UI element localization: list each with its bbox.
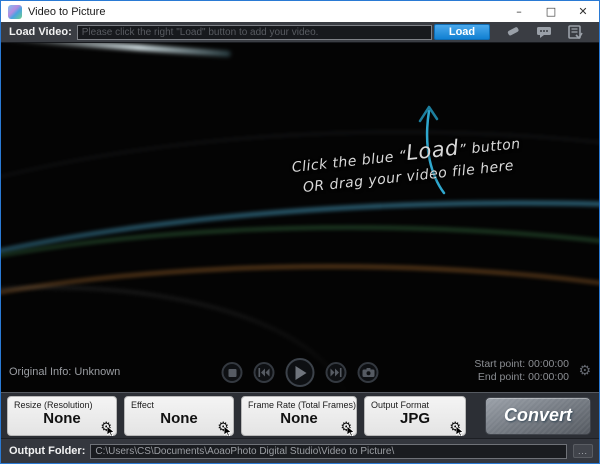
stop-button[interactable]: [222, 362, 243, 383]
title-bar: Video to Picture – □ ✕: [1, 1, 599, 22]
previous-frame-icon: [259, 368, 270, 377]
resize-panel-label: Resize (Resolution): [8, 397, 116, 410]
convert-button[interactable]: Convert: [485, 397, 591, 435]
maximize-button[interactable]: □: [535, 1, 567, 22]
cursor-icon: [456, 426, 464, 436]
original-info-label: Original Info: Unknown: [9, 366, 120, 378]
video-drop-zone[interactable]: Click the blue “Load” button OR drag you…: [1, 43, 599, 392]
output-format-panel[interactable]: Output Format JPG ⚙: [364, 396, 466, 436]
previous-frame-button[interactable]: [254, 362, 275, 383]
app-window: Video to Picture – □ ✕ Load Video: Load: [0, 0, 600, 464]
load-button[interactable]: Load: [434, 24, 490, 40]
effect-settings-button[interactable]: ⚙: [217, 421, 229, 435]
framerate-panel[interactable]: Frame Rate (Total Frames) None ⚙: [241, 396, 357, 436]
gear-icon: ⚙: [578, 363, 591, 379]
hint-line1-post: ” button: [458, 136, 521, 158]
load-toolbar: Load Video: Load: [1, 22, 599, 43]
trim-settings-button[interactable]: ⚙: [578, 363, 591, 379]
window-title: Video to Picture: [28, 6, 503, 18]
hint-load-word: Load: [405, 136, 460, 165]
effect-panel-label: Effect: [125, 397, 233, 410]
end-point-label: End point: 00:00:00: [474, 371, 569, 384]
feedback-icon[interactable]: [536, 25, 552, 39]
play-button[interactable]: [286, 358, 315, 387]
output-folder-bar: Output Folder: ...: [1, 438, 599, 463]
light-streak: [1, 43, 231, 57]
next-frame-button[interactable]: [326, 362, 347, 383]
start-point-label: Start point: 00:00:00: [474, 358, 569, 371]
output-folder-label: Output Folder:: [9, 445, 85, 457]
trim-points: Start point: 00:00:00 End point: 00:00:0…: [474, 358, 569, 384]
output-folder-input[interactable]: [90, 444, 567, 459]
load-video-label: Load Video:: [9, 26, 72, 38]
minimize-button[interactable]: –: [503, 1, 535, 22]
framerate-panel-value: None: [242, 410, 356, 427]
framerate-panel-label: Frame Rate (Total Frames): [242, 397, 356, 410]
resize-settings-button[interactable]: ⚙: [100, 421, 112, 435]
output-format-panel-label: Output Format: [365, 397, 465, 410]
output-format-settings-button[interactable]: ⚙: [449, 421, 461, 435]
cursor-icon: [347, 426, 355, 436]
app-icon: [8, 5, 22, 19]
stop-icon: [228, 369, 236, 377]
video-path-input[interactable]: [77, 25, 432, 40]
pen-icon[interactable]: [505, 25, 521, 39]
options-row: Resize (Resolution) None ⚙ Effect None ⚙…: [1, 392, 599, 438]
resize-panel[interactable]: Resize (Resolution) None ⚙: [7, 396, 117, 436]
next-frame-icon: [331, 368, 342, 377]
play-icon: [294, 366, 306, 380]
effect-panel[interactable]: Effect None ⚙: [124, 396, 234, 436]
camera-icon: [362, 368, 374, 377]
framerate-settings-button[interactable]: ⚙: [340, 421, 352, 435]
close-button[interactable]: ✕: [567, 1, 599, 22]
snapshot-button[interactable]: [358, 362, 379, 383]
browse-button[interactable]: ...: [573, 444, 593, 458]
cursor-icon: [107, 426, 115, 436]
cursor-icon: [224, 426, 232, 436]
log-icon[interactable]: [567, 25, 583, 39]
playback-controls: [222, 358, 379, 387]
